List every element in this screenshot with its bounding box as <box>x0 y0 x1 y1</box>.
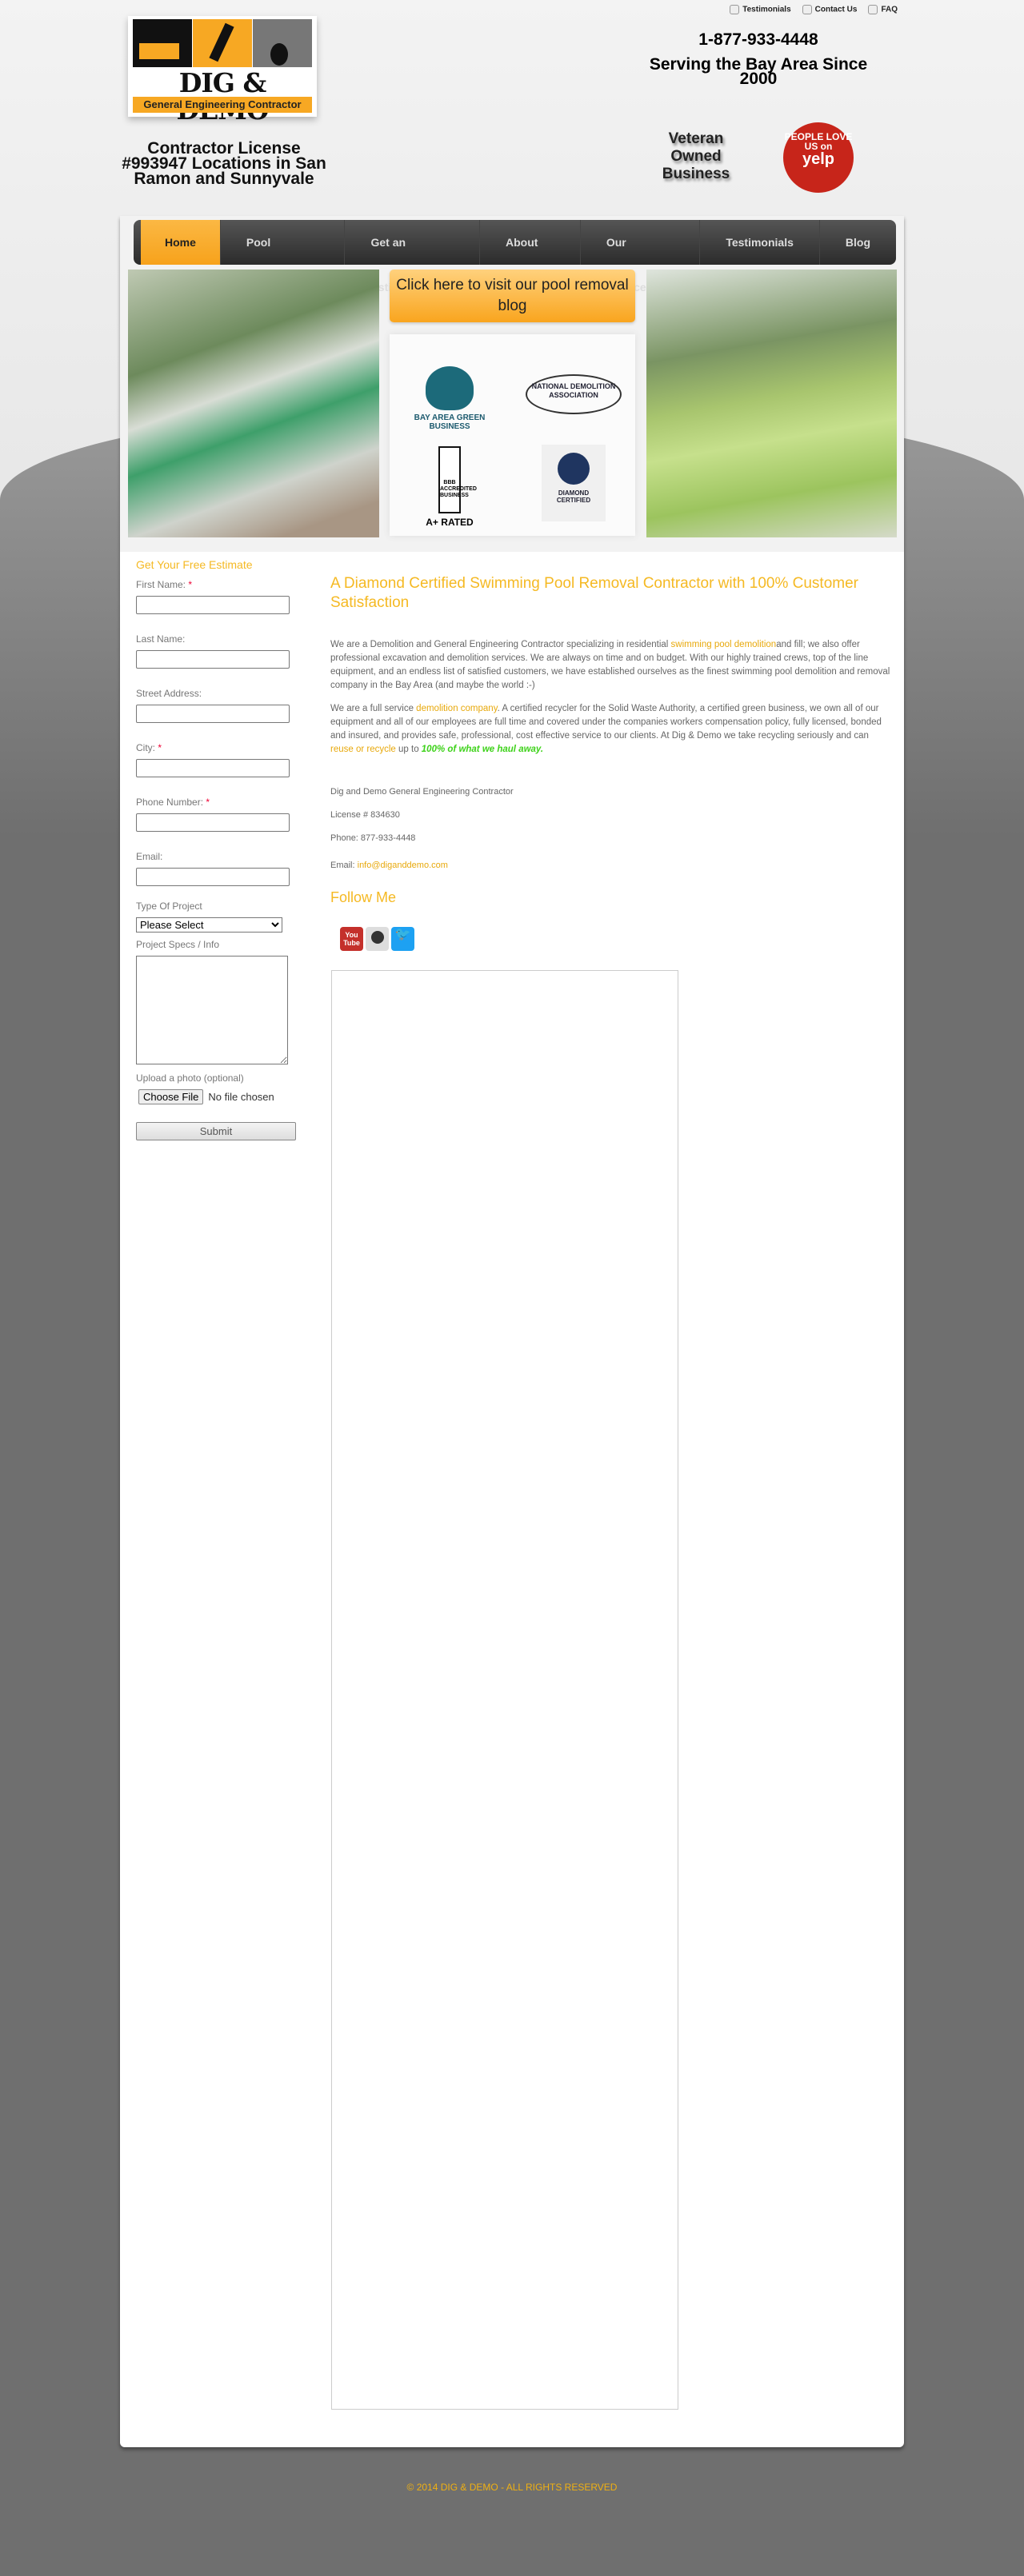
email-input[interactable] <box>136 868 290 886</box>
reuse-recycle-link[interactable]: reuse or recycle <box>330 745 396 754</box>
upload-label: Upload a photo (optional) <box>136 1072 244 1084</box>
speech-bubble-icon <box>730 5 740 14</box>
footer-copyright: © 2014 DIG & DEMO - ALL RIGHTS RESERVED <box>406 2482 618 2493</box>
first-name-input[interactable] <box>136 596 290 614</box>
file-status: No file chosen <box>208 1091 274 1103</box>
nav-home[interactable]: Home <box>141 220 221 265</box>
top-link-contact[interactable]: Contact Us <box>802 5 857 14</box>
wrecking-ball-icon <box>253 19 312 67</box>
header-phone: 1-877-933-4448 <box>698 30 818 49</box>
project-type-label: Type Of Project <box>136 901 202 912</box>
main-nav: Home Pool Removal Get an Estimate About … <box>134 220 896 294</box>
phone-icon <box>802 5 812 14</box>
top-link-faq[interactable]: FAQ <box>868 5 898 14</box>
contact-email: Email: info@diganddemo.com <box>330 861 448 870</box>
project-specs-label: Project Specs / Info <box>136 939 220 950</box>
nav-testimonials[interactable]: Testimonials <box>700 220 820 265</box>
nda-badge: NATIONAL DEMOLITION ASSOCIATION <box>526 374 622 414</box>
street-address-label: Street Address: <box>136 688 202 699</box>
globe-icon[interactable] <box>366 927 389 951</box>
demolition-company-link[interactable]: demolition company <box>416 704 497 713</box>
intro-paragraph: We are a Demolition and General Engineer… <box>330 640 890 690</box>
submit-button[interactable]: Submit <box>136 1122 296 1140</box>
green-business-badge: BAY AREA GREEN BUSINESS <box>414 366 486 431</box>
license-number: License # 834630 <box>330 810 400 820</box>
lawn-after-photo <box>646 270 897 537</box>
top-link-testimonials[interactable]: Testimonials <box>730 5 791 14</box>
nav-get-estimate[interactable]: Get an Estimate <box>345 220 480 294</box>
city-input[interactable] <box>136 759 290 777</box>
street-address-input[interactable] <box>136 705 290 723</box>
veteran-owned-badge: Veteran Owned Business <box>662 130 730 182</box>
serving-tagline: Serving the Bay Area Since 2000 <box>649 55 868 88</box>
choose-file-button[interactable]: Choose File <box>138 1089 204 1104</box>
visit-blog-button[interactable]: Click here to visit our pool removal blo… <box>390 270 635 322</box>
first-name-label: First Name: * <box>136 579 193 590</box>
diamond-certified-badge: DIAMOND CERTIFIED <box>542 445 606 521</box>
embedded-frame[interactable] <box>331 970 678 2410</box>
excavator-icon <box>193 19 252 67</box>
pool-demolition-link[interactable]: swimming pool demolition <box>671 640 777 649</box>
nav-our-services[interactable]: Our Services <box>581 220 701 294</box>
youtube-icon[interactable]: You Tube <box>340 927 363 951</box>
pool-before-photo <box>128 270 379 537</box>
nav-blog[interactable]: Blog <box>820 220 896 265</box>
twitter-icon[interactable]: 🐦 <box>391 927 414 951</box>
nav-pool-removal[interactable]: Pool Removal <box>221 220 346 294</box>
project-specs-textarea[interactable] <box>136 956 288 1064</box>
yelp-badge[interactable]: PEOPLE LOVE US on yelp <box>783 122 854 193</box>
last-name-input[interactable] <box>136 650 290 669</box>
page-heading: A Diamond Certified Swimming Pool Remova… <box>330 575 858 611</box>
logo[interactable]: DIG & DEMO General Engineering Contracto… <box>128 16 317 124</box>
email-label: Email: <box>136 851 163 862</box>
form-title: Get Your Free Estimate <box>136 558 253 571</box>
bbb-badge: BBB ACCREDITED BUSINESS A+ RATED <box>426 446 477 528</box>
estimate-form: Get Your Free Estimate First Name: * Las… <box>136 558 296 1140</box>
top-links: Testimonials Contact Us FAQ <box>730 5 898 14</box>
follow-heading: Follow Me <box>330 889 397 905</box>
dump-truck-icon <box>133 19 192 67</box>
certification-badges: BAY AREA GREEN BUSINESS NATIONAL DEMOLIT… <box>390 334 635 536</box>
services-paragraph: We are a full service demolition company… <box>330 704 882 754</box>
company-name: Dig and Demo General Engineering Contrac… <box>330 787 514 797</box>
last-name-label: Last Name: <box>136 633 186 645</box>
phone-input[interactable] <box>136 813 290 832</box>
phone-label: Phone Number: * <box>136 797 210 808</box>
contact-phone: Phone: 877-933-4448 <box>330 833 416 843</box>
email-link[interactable]: info@diganddemo.com <box>358 861 448 870</box>
city-label: City: * <box>136 742 162 753</box>
photo-upload: Choose File No file chosen <box>136 1089 296 1104</box>
question-icon <box>868 5 878 14</box>
nav-about-us[interactable]: About Us <box>480 220 581 294</box>
contractor-license: Contractor License #993947 Locations in … <box>122 139 326 188</box>
project-type-select[interactable]: Please Select <box>136 917 282 933</box>
